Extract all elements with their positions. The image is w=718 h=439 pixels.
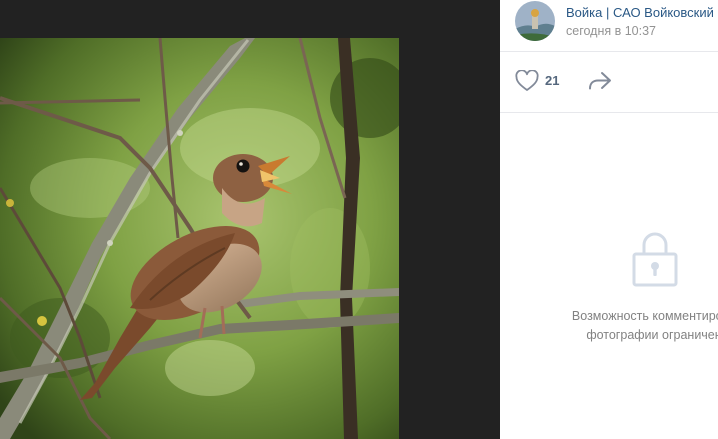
post-author: Войка | САО Войковский сегодня в 10:37	[515, 1, 718, 41]
author-name-link[interactable]: Войка | САО Войковский	[566, 5, 714, 20]
restricted-line-1: Возможность комментирова	[571, 309, 718, 323]
share-arrow-icon	[589, 72, 611, 90]
divider-actions	[500, 112, 718, 113]
comments-restricted-text: Возможность комментирова фотографии огра…	[500, 307, 718, 345]
share-button[interactable]	[587, 68, 617, 94]
heart-icon	[515, 70, 539, 91]
restricted-line-2: фотографии ограничен	[586, 328, 718, 342]
photo-viewer	[0, 0, 500, 439]
photo-sidebar: Войка | САО Войковский сегодня в 10:37 2…	[500, 0, 718, 439]
author-avatar[interactable]	[515, 1, 555, 41]
bird-photo[interactable]	[0, 38, 399, 439]
post-actions: 21	[515, 68, 715, 94]
divider-top	[500, 51, 718, 52]
lock-icon	[632, 232, 678, 287]
like-count: 21	[545, 73, 560, 88]
post-time[interactable]: сегодня в 10:37	[566, 24, 656, 38]
comments-lock	[632, 228, 678, 293]
like-button[interactable]: 21	[515, 68, 565, 94]
